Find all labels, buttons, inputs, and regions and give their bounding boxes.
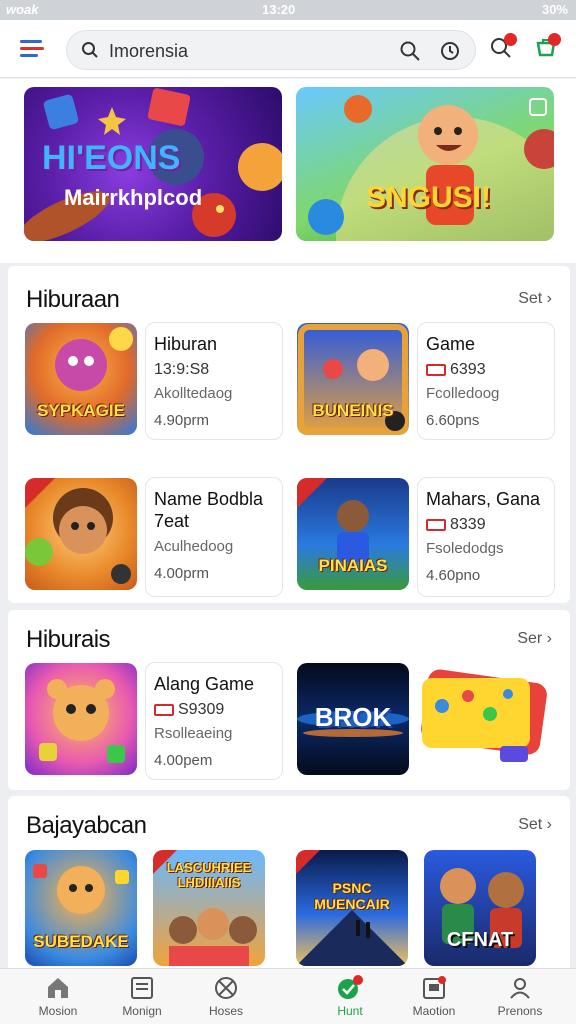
banner-1-subtitle: Mairrkhplcod	[64, 185, 203, 210]
game-meta: S9309	[154, 701, 274, 719]
section-title: Hiburaan	[26, 286, 120, 313]
cart-badge	[548, 33, 561, 46]
nav-item-category[interactable]: Monign	[102, 973, 182, 1021]
game-desc: Rsolleaeing	[154, 725, 233, 742]
game-name: Game	[426, 334, 476, 354]
game-thumbnail[interactable]: SYPKAGIE	[25, 323, 137, 435]
section-title: Hiburais	[26, 626, 111, 653]
thumbnail-title: PSNC MUENCAIR	[314, 880, 390, 912]
thumbnail-title: CFNAT	[446, 929, 514, 951]
game-thumbnail[interactable]: CFNAT	[424, 850, 536, 966]
game-time: 4.60pno	[426, 567, 481, 584]
inbox-icon	[423, 976, 446, 999]
game-info-card[interactable]: Name Bodbla 7eat Aculhedoog 4.00prm	[145, 477, 283, 597]
thumbnail-title: SUBEDAKE	[33, 932, 129, 951]
section-hiburais: Hiburais Ser › Alang Game S9309 Rsolleae…	[8, 610, 570, 790]
game-meta: 8339	[426, 516, 546, 534]
game-info-card[interactable]: Game 6393 Fcolledoog 6.60pns	[417, 322, 555, 440]
game-thumbnail[interactable]: LASCUHRIEE LHDIIIAIIS	[153, 850, 265, 966]
home-icon	[48, 978, 68, 998]
game-desc: Akolltedaog	[154, 385, 233, 402]
banner-2[interactable]: SNGUSI!	[296, 87, 554, 241]
game-name: Name Bodbla 7eat	[154, 489, 264, 531]
search-input[interactable]	[109, 39, 399, 63]
gift-icon	[338, 975, 363, 999]
thumbnail-title: SYPKAGIE	[37, 401, 125, 420]
top-app-bar	[0, 20, 576, 78]
tag-icon	[426, 363, 446, 376]
status-battery: 30%	[541, 2, 568, 17]
profile-icon	[510, 978, 530, 999]
banner-carousel: HI'EONS Mairrkhplcod SNGUSI!	[0, 79, 576, 263]
nav-label: Monign	[122, 1004, 162, 1018]
nav-label: Hoses	[208, 1004, 243, 1018]
thumbnail-art	[39, 679, 125, 763]
game-thumbnail[interactable]: SUBEDAKE	[25, 850, 137, 966]
nav-label: Mosion	[38, 1004, 78, 1018]
game-name: Mahars, Gana	[426, 489, 541, 509]
game-info-card[interactable]: Mahars, Gana 8339 Fsoledodgs 4.60pno	[417, 477, 555, 597]
game-name: Hiburan	[154, 334, 218, 354]
see-all-link[interactable]: Ser ›	[517, 630, 552, 648]
banner-1[interactable]: HI'EONS Mairrkhplcod	[24, 87, 282, 241]
nav-item-hunt[interactable]: Hunt	[310, 973, 390, 1021]
bottom-navigation: Mosion Monign Hoses Hunt Maotion Prenons	[0, 968, 576, 1024]
menu-button[interactable]	[18, 36, 46, 62]
list-icon	[131, 977, 153, 999]
game-thumbnail[interactable]: PSNC MUENCAIR	[296, 850, 408, 966]
game-time: 4.90prm	[154, 412, 210, 429]
section-bajayabcan: Bajayabcan Set › SUBEDAKE LASCUHRIEE LHD…	[8, 796, 570, 986]
search-bar[interactable]	[66, 30, 476, 70]
game-desc: Fsoledodgs	[426, 540, 504, 557]
tag-icon	[426, 518, 446, 531]
game-info-card[interactable]: Alang Game S9309 Rsolleaeing 4.00pem	[145, 662, 283, 780]
history-icon[interactable]	[439, 40, 461, 62]
nav-item-games[interactable]: Hoses	[186, 973, 266, 1021]
nav-item-profile[interactable]: Prenons	[480, 973, 560, 1021]
game-meta: 6393	[426, 361, 546, 379]
status-bar: woak 13:20 30%	[0, 0, 576, 20]
game-thumbnail[interactable]	[420, 666, 560, 776]
nav-item-home[interactable]: Mosion	[18, 973, 98, 1021]
game-thumbnail[interactable]: BROK	[297, 663, 409, 775]
game-thumbnail[interactable]: BUNEINIS	[297, 323, 409, 435]
banner-2-title: SNGUSI!	[366, 181, 492, 214]
see-all-link[interactable]: Set ›	[518, 290, 552, 308]
nav-label: Hunt	[337, 1004, 363, 1018]
section-title: Bajayabcan	[26, 812, 147, 839]
game-ball-icon	[215, 977, 237, 999]
notifications-button[interactable]	[488, 33, 517, 63]
status-carrier: woak	[6, 2, 39, 17]
nav-item-motion[interactable]: Maotion	[394, 973, 474, 1021]
see-all-link[interactable]: Set ›	[518, 816, 552, 834]
game-time: 6.60pns	[426, 412, 480, 429]
cart-button[interactable]	[534, 33, 562, 63]
banner-1-title: HI'EONS	[42, 139, 181, 177]
thumbnail-title: PINAIAS	[318, 556, 388, 575]
game-desc: Aculhedoog	[154, 538, 234, 555]
game-thumbnail[interactable]: PINAIAS	[297, 478, 409, 590]
thumbnail-title: BROK	[314, 702, 392, 732]
game-name: Alang Game	[154, 674, 255, 694]
status-time: 13:20	[262, 2, 296, 17]
visual-search-icon[interactable]	[399, 40, 421, 62]
game-time: 4.00prm	[154, 565, 210, 582]
game-thumbnail[interactable]	[25, 663, 137, 775]
search-icon	[82, 42, 98, 58]
game-desc: Fcolledoog	[426, 385, 500, 402]
banner-2-art	[308, 95, 554, 241]
section-hiburaan: Hiburaan Set › SYPKAGIE Hiburan 13:9:S8 …	[8, 266, 570, 603]
notification-badge	[504, 33, 517, 46]
tag-icon	[154, 703, 174, 716]
thumbnail-art	[421, 669, 547, 762]
thumbnail-title: LASCUHRIEE LHDIIIAIIS	[166, 860, 252, 890]
thumbnail-art	[25, 478, 131, 584]
game-info-card[interactable]: Hiburan 13:9:S8 Akolltedaog 4.90prm	[145, 322, 283, 440]
game-meta: 13:9:S8	[154, 361, 210, 378]
game-time: 4.00pem	[154, 752, 213, 769]
game-thumbnail[interactable]	[25, 478, 137, 590]
thumbnail-title: BUNEINIS	[312, 401, 394, 420]
nav-label: Maotion	[412, 1004, 456, 1018]
nav-label: Prenons	[497, 1004, 543, 1018]
